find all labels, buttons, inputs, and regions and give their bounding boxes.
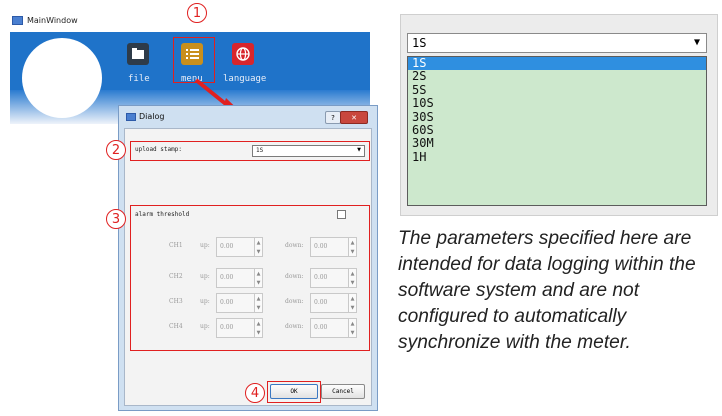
file-label: file (128, 74, 150, 84)
upload-stamp-value: 1S (256, 147, 264, 154)
option-10s[interactable]: 10S (408, 96, 706, 110)
up-label: up: (200, 273, 210, 280)
chevron-up-icon: ▲ (350, 320, 355, 327)
down-label: down: (285, 298, 304, 305)
interval-select-value: 1S (412, 36, 427, 50)
ch1-down-value: 0.00 (314, 243, 328, 250)
down-label: down: (285, 273, 304, 280)
option-1h[interactable]: 1H (408, 150, 706, 164)
ch2-down-spinner[interactable]: ▲ ▼ (348, 268, 357, 288)
ch4-down-spinner[interactable]: ▲ ▼ (348, 318, 357, 338)
ch4-down-input[interactable]: 0.00 (310, 318, 350, 338)
chevron-down-icon: ▼ (256, 248, 261, 255)
main-window-title: MainWindow (12, 16, 78, 25)
dialog-title-text: Dialog (139, 112, 165, 121)
ch4-up-input[interactable]: 0.00 (216, 318, 256, 338)
chevron-up-icon: ▲ (350, 270, 355, 277)
chevron-up-icon: ▲ (256, 320, 261, 327)
chevron-down-icon: ▼ (693, 37, 700, 48)
ch3-down-spinner[interactable]: ▲ ▼ (348, 293, 357, 313)
ch1-up-input[interactable]: 0.00 (216, 237, 256, 257)
ch3-up-spinner[interactable]: ▲ ▼ (254, 293, 263, 313)
option-30m[interactable]: 30M (408, 136, 706, 150)
interval-option-list: 1S 2S 5S 10S 30S 60S 30M 1H (407, 56, 707, 206)
chevron-down-icon: ▼ (256, 329, 261, 336)
ch4-down-value: 0.00 (314, 324, 328, 331)
ch2-down-input[interactable]: 0.00 (310, 268, 350, 288)
down-label: down: (285, 323, 304, 330)
upload-stamp-select[interactable]: 1S ▼ (252, 145, 365, 157)
close-button[interactable]: ✕ (340, 111, 368, 124)
chevron-down-icon: ▼ (256, 304, 261, 311)
interval-select[interactable]: 1S ▼ (407, 33, 707, 53)
down-label: down: (285, 242, 304, 249)
channel-name: CH1 (169, 242, 183, 249)
dialog-window-icon (126, 112, 136, 121)
ch4-up-value: 0.00 (220, 324, 234, 331)
alarm-threshold-checkbox[interactable] (337, 210, 346, 219)
ch1-up-value: 0.00 (220, 243, 234, 250)
file-button[interactable] (127, 43, 149, 65)
ok-button[interactable]: OK (270, 384, 318, 399)
chevron-down-icon: ▼ (357, 147, 361, 153)
step-1-marker: 1 (187, 3, 207, 23)
chevron-down-icon: ▼ (350, 248, 355, 255)
ch3-down-input[interactable]: 0.00 (310, 293, 350, 313)
chevron-up-icon: ▲ (256, 295, 261, 302)
chevron-down-icon: ▼ (350, 304, 355, 311)
chevron-down-icon: ▼ (350, 329, 355, 336)
up-label: up: (200, 242, 210, 249)
avatar (22, 38, 102, 118)
option-2s[interactable]: 2S (408, 69, 706, 83)
help-button[interactable]: ? (325, 111, 341, 124)
ch2-up-spinner[interactable]: ▲ ▼ (254, 268, 263, 288)
up-label: up: (200, 298, 210, 305)
ch2-up-value: 0.00 (220, 274, 234, 281)
upload-stamp-label: upload stamp: (135, 146, 182, 153)
step-2-marker: 2 (106, 140, 126, 160)
option-30s[interactable]: 30S (408, 110, 706, 124)
channel-name: CH3 (169, 298, 183, 305)
window-icon (12, 16, 23, 25)
channel-name: CH2 (169, 273, 183, 280)
chevron-up-icon: ▲ (350, 295, 355, 302)
option-60s[interactable]: 60S (408, 123, 706, 137)
option-5s[interactable]: 5S (408, 83, 706, 97)
chevron-up-icon: ▲ (350, 239, 355, 246)
chevron-down-icon: ▼ (256, 279, 261, 286)
chevron-up-icon: ▲ (256, 270, 261, 277)
ch1-down-spinner[interactable]: ▲ ▼ (348, 237, 357, 257)
step-4-marker: 4 (245, 383, 265, 403)
up-label: up: (200, 323, 210, 330)
cancel-button[interactable]: Cancel (321, 384, 365, 399)
main-window-title-text: MainWindow (27, 16, 78, 25)
step-3-marker: 3 (106, 209, 126, 229)
globe-icon (236, 47, 250, 61)
note-text: The parameters specified here are intend… (398, 228, 696, 353)
ch2-up-input[interactable]: 0.00 (216, 268, 256, 288)
channel-name: CH4 (169, 323, 183, 330)
chevron-down-icon: ▼ (350, 279, 355, 286)
chevron-up-icon: ▲ (256, 239, 261, 246)
alarm-threshold-label: alarm threshold (135, 211, 190, 218)
folder-icon (132, 48, 144, 59)
option-1s[interactable]: 1S (408, 56, 706, 71)
ch4-up-spinner[interactable]: ▲ ▼ (254, 318, 263, 338)
ch1-up-spinner[interactable]: ▲ ▼ (254, 237, 263, 257)
ch1-down-input[interactable]: 0.00 (310, 237, 350, 257)
ch3-down-value: 0.00 (314, 299, 328, 306)
ch3-up-input[interactable]: 0.00 (216, 293, 256, 313)
ch2-down-value: 0.00 (314, 274, 328, 281)
language-button[interactable] (232, 43, 254, 65)
dialog-title: Dialog (126, 112, 164, 121)
ch3-up-value: 0.00 (220, 299, 234, 306)
